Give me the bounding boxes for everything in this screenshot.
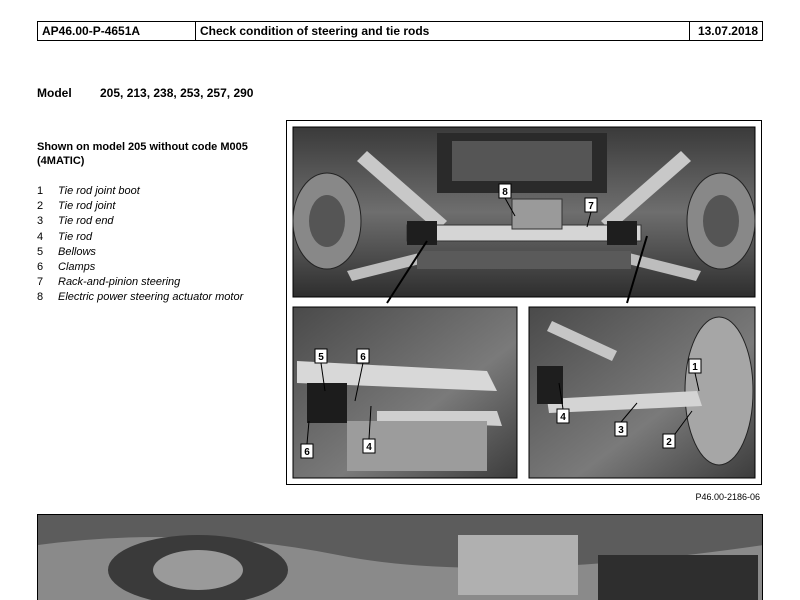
- legend-number: 6: [37, 260, 44, 273]
- legend-text: Rack-and-pinion steering: [58, 276, 181, 289]
- detail-right-panel: 1 4 3 2: [528, 306, 756, 479]
- figure-caption-heading: Shown on model 205 without code M005 (4M…: [37, 141, 248, 167]
- document-date: 13.07.2018: [697, 24, 758, 38]
- next-figure: [37, 514, 763, 600]
- legend-number: 8: [37, 291, 44, 304]
- document-number: AP46.00-P-4651A: [38, 22, 196, 40]
- legend-text: Tie rod: [58, 230, 93, 243]
- legend-item: 8 Electric power steering actuator motor: [37, 290, 243, 305]
- legend-text: Tie rod joint boot: [58, 185, 140, 197]
- callout-1: 1: [692, 362, 698, 373]
- callout-4: 4: [366, 442, 372, 453]
- legend-text: Tie rod end: [58, 215, 114, 228]
- model-label: Model: [37, 86, 72, 100]
- legend-item: 6 Clamps: [37, 260, 243, 275]
- detail-left-panel: 5 6 4 6: [292, 306, 518, 479]
- document-title: Check condition of steering and tie rods: [196, 22, 690, 40]
- document-header: AP46.00-P-4651A Check condition of steer…: [37, 21, 763, 41]
- callout-4r: 4: [560, 412, 566, 423]
- legend-number: 3: [37, 215, 44, 228]
- legend-text: Clamps: [58, 260, 96, 273]
- top-view-panel: 8 7: [292, 126, 756, 298]
- model-row: Model 205, 213, 238, 253, 257, 290: [37, 86, 253, 100]
- model-values: 205, 213, 238, 253, 257, 290: [100, 86, 254, 100]
- callout-7: 7: [588, 201, 594, 212]
- legend-text: Bellows: [58, 245, 96, 258]
- callout-8: 8: [502, 187, 508, 198]
- callout-5: 5: [318, 352, 324, 363]
- legend-text: Tie rod joint: [58, 200, 116, 213]
- legend-number: 4: [37, 230, 44, 243]
- legend-item: 3 Tie rod end: [37, 214, 243, 229]
- next-figure-illustration: [38, 515, 762, 600]
- legend-number: 5: [37, 245, 44, 258]
- legend-item: 5 Bellows: [37, 245, 243, 260]
- legend-item: 1 Tie rod joint boot: [37, 184, 243, 199]
- figure-legend: 1 Tie rod joint boot 2 Tie rod joint 3 Tie …: [37, 184, 243, 306]
- steering-illustration: 8 7 5 6 4 6 1 4 3 2: [292, 126, 756, 479]
- legend-number: 1: [37, 185, 44, 197]
- figure-code: P46.00-2186-06: [695, 492, 760, 502]
- legend-number: 7: [37, 276, 44, 289]
- legend-item: 2 Tie rod joint: [37, 199, 243, 214]
- legend-item: 7 Rack-and-pinion steering: [37, 275, 243, 290]
- legend-text: Electric power steering actuator motor: [58, 291, 244, 304]
- legend-item: 4 Tie rod: [37, 230, 243, 245]
- steering-figure: 8 7 5 6 4 6 1 4 3 2: [286, 120, 762, 485]
- callout-6b: 6: [304, 447, 310, 458]
- callout-3: 3: [618, 425, 624, 436]
- legend-number: 2: [37, 200, 44, 213]
- callout-2: 2: [666, 437, 672, 448]
- callout-6: 6: [360, 352, 366, 363]
